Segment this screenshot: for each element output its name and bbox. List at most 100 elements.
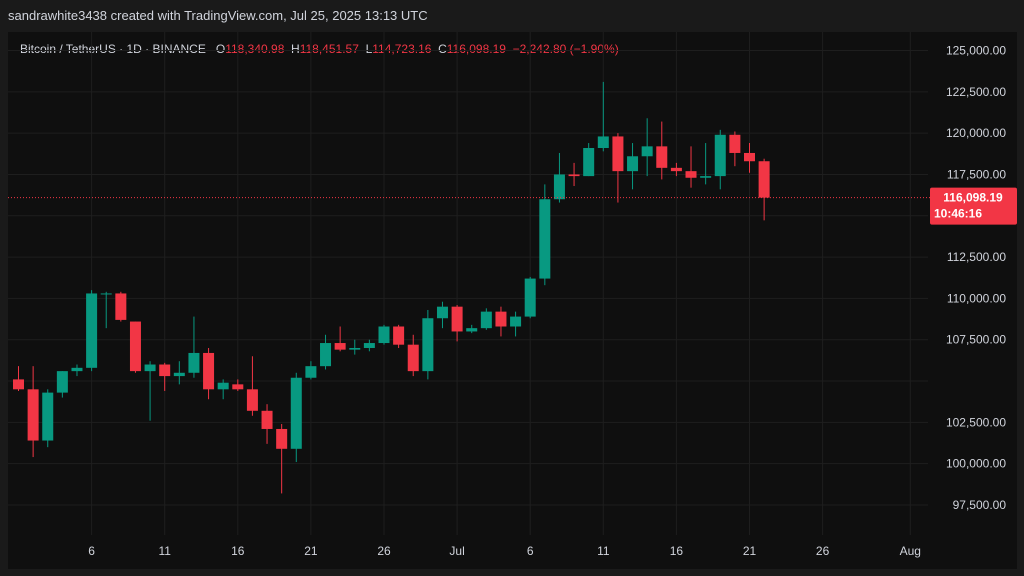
- candle-body: [305, 366, 317, 378]
- candle-body: [56, 371, 68, 393]
- candle-body: [407, 344, 419, 372]
- candle-body: [422, 318, 434, 372]
- x-tick-label: 16: [670, 544, 684, 558]
- y-tick-label: 100,000.00: [946, 457, 1006, 471]
- candle-body: [100, 293, 112, 295]
- candle-body: [173, 372, 185, 377]
- candle-body: [261, 410, 273, 429]
- candle-body: [656, 146, 668, 168]
- candle-body: [203, 352, 215, 390]
- candle-body: [217, 382, 229, 390]
- candle-body: [290, 377, 302, 449]
- candle-body: [539, 199, 551, 279]
- candle: [524, 276, 536, 319]
- candle: [510, 311, 522, 337]
- candle-body: [334, 343, 346, 350]
- candle: [144, 361, 156, 421]
- candle-body: [597, 136, 609, 149]
- candle-body: [320, 343, 332, 367]
- candle-body: [363, 343, 375, 348]
- candle: [422, 309, 434, 380]
- grid-lines: [8, 32, 928, 535]
- candle-body: [553, 174, 565, 200]
- candle-body: [27, 389, 39, 441]
- candle-body: [129, 321, 141, 372]
- last-price-text: 116,098.19: [943, 191, 1003, 205]
- candle-body: [349, 347, 361, 350]
- candle: [217, 379, 229, 400]
- candle: [568, 162, 580, 187]
- x-tick-label: 6: [88, 544, 95, 558]
- candle: [13, 366, 24, 391]
- candle: [378, 324, 390, 345]
- candle: [758, 158, 770, 221]
- candle-body: [510, 316, 522, 327]
- y-tick-label: 125,000.00: [946, 44, 1006, 58]
- y-tick-label: 97,500.00: [953, 498, 1007, 512]
- candle: [349, 339, 361, 355]
- candle-body: [246, 389, 258, 411]
- candle: [700, 143, 712, 185]
- y-tick-label: 110,000.00: [947, 291, 1006, 305]
- candle-body: [159, 364, 171, 377]
- x-tick-label: 6: [527, 544, 534, 558]
- candle: [466, 324, 478, 334]
- candle: [71, 364, 83, 377]
- candle-body: [685, 171, 697, 178]
- candle: [583, 143, 595, 177]
- candle-body: [524, 278, 536, 317]
- candle: [553, 152, 565, 203]
- candle: [451, 305, 463, 342]
- candle-body: [568, 174, 580, 177]
- candle: [246, 356, 258, 416]
- time-axis[interactable]: 6 11 16 21 26 Jul 6 11 16 21 26 Aug: [88, 544, 921, 558]
- candle: [436, 301, 448, 329]
- candle: [42, 389, 54, 448]
- candle: [276, 424, 288, 494]
- countdown-text: 10:46:16: [934, 207, 982, 221]
- candle: [261, 404, 273, 444]
- y-tick-label: 102,500.00: [946, 415, 1006, 429]
- x-tick-label: Jul: [449, 544, 464, 558]
- candles: [13, 81, 770, 494]
- candle: [393, 324, 405, 348]
- candle: [305, 361, 317, 380]
- candle: [627, 143, 639, 190]
- x-tick-label: 26: [377, 544, 391, 558]
- candle-body: [71, 367, 83, 372]
- y-tick-label: 120,000.00: [946, 126, 1006, 140]
- candle: [129, 321, 141, 373]
- candle: [685, 146, 697, 188]
- candle-body: [276, 428, 288, 449]
- candle-body: [144, 364, 156, 372]
- candle-body: [13, 379, 24, 390]
- candle: [334, 326, 346, 352]
- candle-body: [495, 311, 507, 327]
- candlestick-chart[interactable]: 97,500.00 100,000.00 102,500.00 107,500.00 1…: [0, 0, 1024, 576]
- candle-body: [641, 146, 653, 157]
- candle-body: [232, 384, 244, 390]
- candle-body: [700, 176, 712, 178]
- candle-body: [436, 306, 448, 319]
- candle: [495, 306, 507, 337]
- x-tick-label: 11: [597, 544, 610, 558]
- candle-body: [42, 392, 54, 441]
- last-price-tag: 116,098.19 10:46:16: [930, 187, 1017, 225]
- candle: [480, 308, 492, 330]
- candle-body: [480, 311, 492, 329]
- candle-body: [583, 148, 595, 177]
- candle: [86, 290, 98, 372]
- x-tick-label: Aug: [900, 544, 921, 558]
- price-axis[interactable]: 97,500.00 100,000.00 102,500.00 107,500.00 1…: [946, 44, 1006, 513]
- candle-body: [188, 352, 200, 373]
- candle-body: [393, 326, 405, 345]
- candle-body: [86, 293, 98, 368]
- candle: [363, 339, 375, 352]
- candle: [115, 291, 127, 322]
- candle: [159, 362, 171, 391]
- candle: [539, 184, 551, 286]
- y-tick-label: 117,500.00: [947, 167, 1006, 181]
- candle: [744, 143, 755, 173]
- candle-body: [758, 161, 770, 198]
- candle-body: [378, 326, 390, 344]
